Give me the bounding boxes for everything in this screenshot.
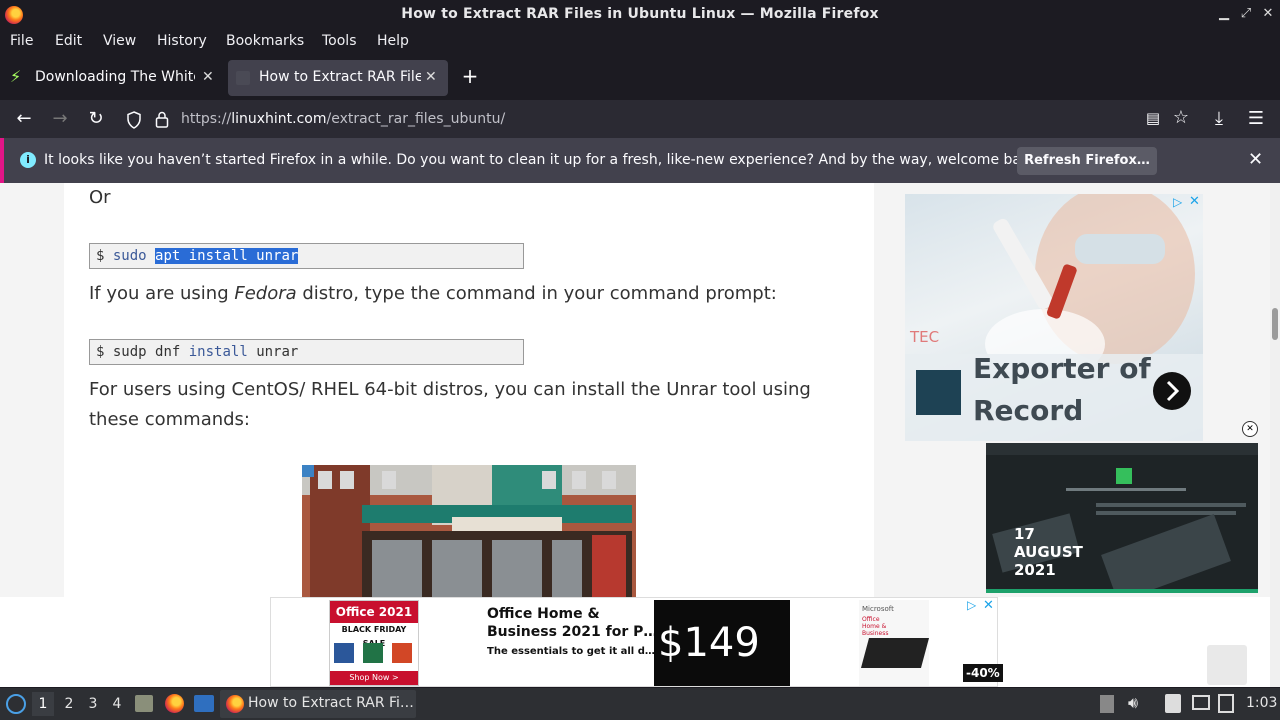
start-menu-icon[interactable] (6, 694, 26, 714)
site-favicon-icon (236, 71, 250, 85)
tab-close-icon[interactable]: ✕ (202, 69, 214, 85)
url-text[interactable]: https://linuxhint.com/extract_rar_files_… (181, 111, 505, 127)
scroll-to-top-button[interactable] (1207, 645, 1247, 685)
scrollbar-thumb[interactable] (1272, 308, 1278, 340)
close-icon[interactable]: ✕ (1258, 4, 1278, 24)
menu-history[interactable]: History (157, 33, 207, 49)
taskbar-window-label: How to Extract RAR Fi… (248, 695, 414, 711)
new-tab-icon[interactable]: + (458, 64, 482, 88)
word-icon (334, 643, 354, 663)
menu-edit[interactable]: Edit (55, 33, 82, 49)
menu-bookmarks[interactable]: Bookmarks (226, 33, 304, 49)
ad-date-day: 17 (1014, 525, 1035, 543)
office-box-image: Microsoft Office Home & Business (859, 600, 930, 686)
lightning-icon: ⚡ (10, 67, 22, 86)
menu-view[interactable]: View (103, 33, 136, 49)
menu-bar: File Edit View History Bookmarks Tools H… (0, 30, 1280, 54)
adchoices-icon[interactable]: ▷ (1173, 195, 1182, 209)
downloads-icon[interactable]: ⤓ (1208, 108, 1230, 130)
clipboard-icon[interactable] (1165, 694, 1181, 713)
battery-icon[interactable] (1218, 694, 1234, 713)
menu-file[interactable]: File (10, 33, 33, 49)
shield-icon[interactable] (126, 111, 142, 129)
microsoft-label: Microsoft (862, 605, 894, 613)
navigation-bar: ← → ↻ https://linuxhint.com/extract_rar_… (0, 100, 1280, 138)
office-ad-sale: BLACK FRIDAY SALE (330, 623, 418, 648)
paragraph-centos-2: these commands: (89, 409, 250, 430)
firefox-icon (226, 695, 244, 713)
clock[interactable]: 1:03 (1246, 695, 1277, 711)
menu-tools[interactable]: Tools (322, 33, 357, 49)
refresh-firefox-button[interactable]: Refresh Firefox… (1017, 147, 1157, 175)
office-ad[interactable]: Office 2021 BLACK FRIDAY SALE Shop Now >… (270, 597, 1003, 687)
selected-text: apt install unrar (155, 248, 299, 264)
terminal-icon[interactable] (194, 695, 214, 712)
close-video-ad-icon[interactable]: ✕ (1242, 421, 1258, 437)
code-block-dnf[interactable]: $ sudp dnf install unrar (89, 339, 524, 365)
menu-help[interactable]: Help (377, 33, 409, 49)
office-ad-brand: Office 2021 (330, 601, 418, 623)
excel-icon (363, 643, 383, 663)
paragraph-or: Or (89, 187, 111, 208)
back-icon[interactable]: ← (13, 108, 35, 130)
discount-badge: -40% (963, 664, 1003, 682)
window-titlebar: How to Extract RAR Files in Ubuntu Linux… (0, 0, 1280, 30)
volume-icon[interactable]: 🔊︎ (1128, 693, 1138, 713)
office-ad-title-1: Office Home & (487, 606, 600, 622)
office-ad-price: $149 (654, 600, 790, 686)
ad-close-icon[interactable]: ✕ (983, 598, 994, 613)
url-bar[interactable]: https://linuxhint.com/extract_rar_files_… (120, 104, 1280, 134)
code-block-unrar[interactable]: $ sudo apt install unrar (89, 243, 524, 269)
tec-logo: TEC (910, 328, 940, 346)
tab-close-icon[interactable]: ✕ (425, 69, 437, 85)
ad-headline-1: Exporter of (973, 352, 1151, 385)
workspace-4[interactable]: 4 (106, 692, 128, 716)
office-ad-title-2: Business 2021 for P… (487, 624, 658, 640)
bookmark-star-icon[interactable]: ☆ (1170, 107, 1192, 129)
workspace-2[interactable]: 2 (58, 692, 80, 716)
powerpoint-icon (392, 643, 412, 663)
video-ad[interactable]: 17 AUGUST 2021 (986, 443, 1258, 593)
maximize-icon[interactable]: ⤢ (1236, 4, 1256, 24)
ad-date-year: 2021 (1014, 561, 1056, 579)
taskbar-window-firefox[interactable]: How to Extract RAR Fi… (220, 690, 416, 718)
ad-close-icon[interactable]: ✕ (1189, 194, 1200, 209)
tab-label: How to Extract RAR Files (259, 69, 421, 85)
office-ad-image: Office 2021 BLACK FRIDAY SALE Shop Now > (329, 600, 419, 686)
close-icon[interactable]: ✕ (1248, 149, 1263, 170)
info-icon: i (20, 152, 36, 168)
office-ad-subtitle: The essentials to get it all d… (487, 646, 655, 657)
bottom-banner-area: Office 2021 BLACK FRIDAY SALE Shop Now >… (0, 597, 1270, 687)
workspace-3[interactable]: 3 (82, 692, 104, 716)
page-scrollbar[interactable] (1270, 183, 1280, 687)
ad-headline-2: Record (973, 394, 1084, 427)
file-manager-icon[interactable] (135, 695, 153, 712)
shop-now-button[interactable]: Shop Now > (330, 671, 418, 685)
tab-downloading[interactable]: ⚡ Downloading The White ✕ (4, 60, 222, 96)
display-icon[interactable] (1192, 695, 1210, 710)
paragraph-fedora: If you are using Fedora distro, type the… (89, 283, 777, 304)
paragraph-centos-1: For users using CentOS/ RHEL 64-bit dist… (89, 379, 811, 400)
exporter-of-record-ad[interactable]: TEC Exporter of Record ▷ ✕ (905, 194, 1203, 441)
hamburger-menu-icon[interactable]: ☰ (1245, 108, 1267, 130)
tab-label: Downloading The White (35, 69, 195, 85)
update-notifier-icon[interactable] (1100, 695, 1114, 713)
notification-message: It looks like you haven’t started Firefo… (44, 152, 1043, 168)
adchoices-icon[interactable]: ▷ (967, 598, 976, 612)
reload-icon[interactable]: ↻ (85, 108, 107, 130)
tab-bar: ⚡ Downloading The White ✕ How to Extract… (0, 56, 1280, 100)
window-title: How to Extract RAR Files in Ubuntu Linux… (401, 6, 879, 22)
firefox-launcher-icon[interactable] (165, 694, 184, 713)
minimize-icon[interactable]: ▁ (1214, 4, 1234, 24)
taskbar: 1 2 3 4 How to Extract RAR Fi… 🔊︎ 1:03 (0, 688, 1280, 720)
reader-view-icon[interactable]: ▤ (1142, 107, 1164, 129)
ad-date-month: AUGUST (1014, 543, 1083, 561)
office-box-label: Office Home & Business (862, 616, 889, 637)
workspace-1[interactable]: 1 (32, 692, 54, 716)
tab-extract-rar[interactable]: How to Extract RAR Files ✕ (228, 60, 448, 96)
notification-bar: i It looks like you haven’t started Fire… (0, 138, 1280, 183)
forward-icon[interactable]: → (49, 108, 71, 130)
lock-icon[interactable] (155, 111, 169, 128)
